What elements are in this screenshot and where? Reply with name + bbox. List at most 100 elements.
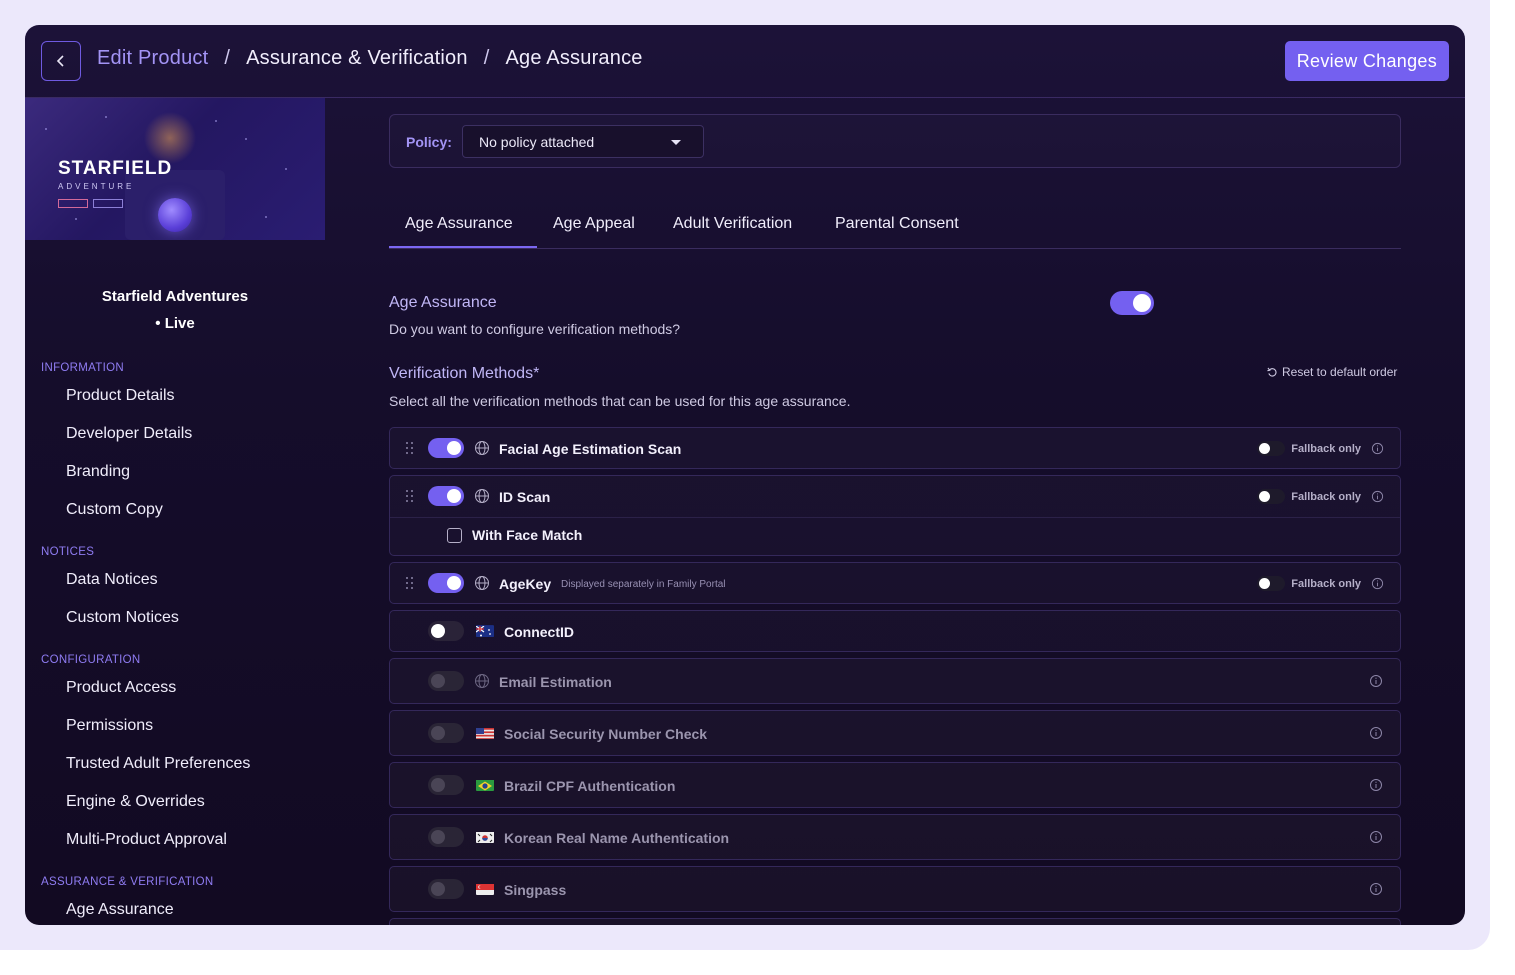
policy-select-value: No policy attached — [479, 134, 595, 150]
drag-handle-icon[interactable] — [406, 490, 415, 503]
method-toggle[interactable] — [428, 573, 464, 593]
method-label: Singpass — [504, 882, 567, 898]
nav-item-developer-details[interactable]: Developer Details — [66, 425, 192, 443]
method-label: Email Estimation — [499, 674, 612, 690]
method-toggle — [428, 671, 464, 691]
product-banner-image: STARFIELD ADVENTURE — [25, 98, 325, 240]
method-label: Facial Age Estimation Scan — [499, 441, 682, 457]
info-icon[interactable] — [1369, 726, 1383, 740]
fallback-label: Fallback only — [1291, 442, 1361, 455]
method-toggle[interactable] — [428, 438, 464, 458]
method-toggle[interactable] — [428, 621, 464, 641]
info-icon[interactable] — [1371, 490, 1384, 503]
method-label: Korean Real Name Authentication — [504, 830, 730, 846]
breadcrumb-separator: / — [483, 47, 490, 69]
nav-item-data-notices[interactable]: Data Notices — [66, 571, 158, 589]
policy-label: Policy: — [406, 134, 452, 150]
tab-adult-verification[interactable]: Adult Verification — [673, 215, 792, 233]
breadcrumb-assurance[interactable]: Assurance & Verification — [246, 47, 468, 70]
nav-item-permissions[interactable]: Permissions — [66, 717, 153, 735]
singapore-flag-icon — [476, 883, 494, 895]
banner-button — [58, 199, 88, 208]
banner-button — [93, 199, 123, 208]
reset-default-order-link[interactable]: Reset to default order — [1267, 365, 1397, 379]
face-match-checkbox[interactable] — [447, 528, 462, 543]
australia-flag-icon — [476, 625, 494, 637]
breadcrumb-edit-product[interactable]: Edit Product — [97, 47, 208, 70]
method-label: AgeKey — [499, 576, 552, 592]
fallback-toggle[interactable] — [1257, 441, 1286, 456]
verification-methods-title: Verification Methods* — [389, 365, 540, 382]
method-email-estimation: Email Estimation — [389, 658, 1401, 704]
age-assurance-question: Do you want to configure verification me… — [389, 321, 681, 337]
product-status: • Live — [155, 315, 195, 332]
divider — [390, 517, 1400, 518]
fallback-label: Fallback only — [1291, 490, 1361, 503]
method-label: Social Security Number Check — [504, 726, 708, 742]
tab-age-appeal[interactable]: Age Appeal — [553, 215, 635, 233]
age-assurance-toggle[interactable] — [1110, 291, 1154, 315]
tab-age-assurance[interactable]: Age Assurance — [405, 215, 513, 233]
brazil-flag-icon — [476, 779, 494, 791]
us-flag-icon — [476, 727, 494, 739]
back-button[interactable] — [41, 41, 81, 81]
globe-icon — [475, 674, 489, 688]
globe-icon — [475, 576, 489, 590]
product-name: Starfield Adventures — [101, 288, 249, 305]
nav-item-custom-notices[interactable]: Custom Notices — [66, 609, 179, 627]
method-agekey: AgeKey Displayed separately in Family Po… — [389, 562, 1401, 604]
fallback-toggle[interactable] — [1257, 489, 1286, 504]
active-tab-indicator — [389, 246, 537, 248]
policy-select[interactable]: No policy attached — [462, 125, 704, 158]
nav-section-assurance-verification: ASSURANCE & VERIFICATION — [41, 876, 214, 888]
nav-item-branding[interactable]: Branding — [66, 463, 130, 481]
planet-image — [158, 198, 192, 232]
info-icon[interactable] — [1369, 778, 1383, 792]
drag-handle-icon[interactable] — [406, 442, 415, 455]
banner-subtitle: ADVENTURE — [58, 182, 135, 191]
chevron-left-icon — [56, 55, 64, 67]
method-toggle — [428, 723, 464, 743]
method-korean-real-name: Korean Real Name Authentication — [389, 814, 1401, 860]
info-icon[interactable] — [1371, 577, 1384, 590]
nav-item-engine-overrides[interactable]: Engine & Overrides — [66, 793, 205, 811]
info-icon[interactable] — [1371, 442, 1384, 455]
app-window: Edit Product / Assurance & Verification … — [25, 25, 1465, 925]
method-connectid: ConnectID — [389, 610, 1401, 652]
nav-item-age-assurance[interactable]: Age Assurance — [66, 901, 174, 919]
method-toggle — [428, 775, 464, 795]
method-toggle[interactable] — [428, 486, 464, 506]
nav-item-custom-copy[interactable]: Custom Copy — [66, 501, 163, 519]
method-note: Displayed separately in Family Portal — [561, 579, 726, 590]
nav-section-notices: NOTICES — [41, 546, 95, 558]
method-facial-age-estimation: Facial Age Estimation Scan Fallback only — [389, 427, 1401, 469]
reset-icon — [1267, 367, 1277, 377]
info-icon[interactable] — [1369, 882, 1383, 896]
breadcrumb-age-assurance: Age Assurance — [505, 47, 643, 69]
nav-item-product-details[interactable]: Product Details — [66, 387, 175, 405]
breadcrumb-separator: / — [224, 47, 231, 69]
method-label: ConnectID — [504, 624, 574, 640]
review-changes-button[interactable]: Review Changes — [1284, 41, 1449, 81]
globe-icon — [475, 489, 489, 503]
info-icon[interactable] — [1369, 674, 1383, 688]
drag-handle-icon[interactable] — [406, 577, 415, 590]
fallback-control: Fallback only — [1257, 441, 1384, 456]
banner-title: STARFIELD — [58, 158, 173, 179]
nav-section-information: INFORMATION — [41, 362, 124, 374]
info-icon[interactable] — [1369, 830, 1383, 844]
fallback-toggle[interactable] — [1257, 576, 1286, 591]
fallback-control: Fallback only — [1257, 576, 1384, 591]
method-id-scan: ID Scan Fallback only With Face Match — [389, 475, 1401, 556]
tab-parental-consent[interactable]: Parental Consent — [835, 215, 959, 233]
nav-item-multi-product-approval[interactable]: Multi-Product Approval — [66, 831, 227, 849]
method-label: ID Scan — [499, 489, 551, 505]
header: Edit Product / Assurance & Verification … — [25, 25, 1465, 98]
nav-item-product-access[interactable]: Product Access — [66, 679, 176, 697]
policy-bar: Policy: No policy attached — [389, 114, 1401, 168]
nav-item-trusted-adult-preferences[interactable]: Trusted Adult Preferences — [66, 755, 250, 773]
caret-down-icon — [671, 140, 681, 145]
nav-section-configuration: CONFIGURATION — [41, 654, 141, 666]
method-partial-row — [389, 918, 1401, 925]
breadcrumb: Edit Product / Assurance & Verification … — [97, 47, 643, 70]
